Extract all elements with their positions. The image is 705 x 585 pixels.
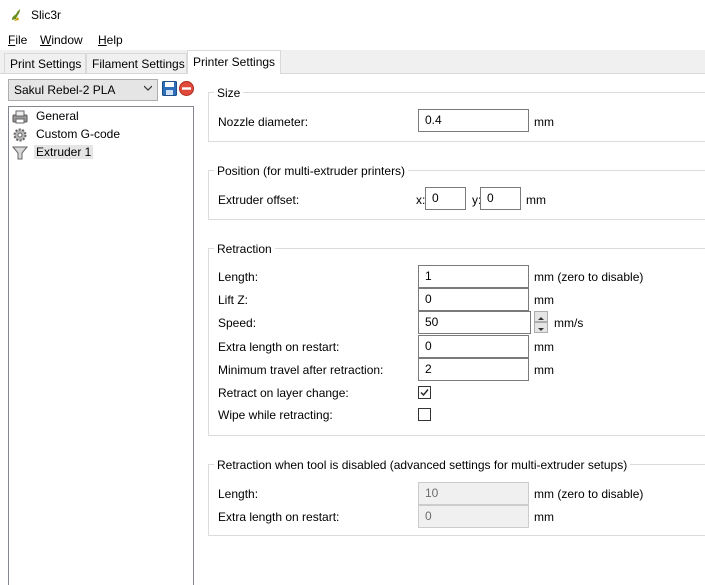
min-travel-label: Minimum travel after retraction: <box>218 363 384 377</box>
slic3r-logo-icon <box>12 9 20 21</box>
retract-length-label: Length: <box>218 270 259 284</box>
retract-speed-unit: mm/s <box>554 316 584 330</box>
retract-length-input[interactable]: 1 <box>418 265 529 288</box>
menu-file[interactable]: File <box>8 33 27 47</box>
save-icon[interactable] <box>162 81 177 96</box>
offset-x-label: x: <box>416 193 426 207</box>
wipe-retracting-label: Wipe while retracting: <box>218 408 333 422</box>
funnel-icon <box>12 146 28 160</box>
delete-icon[interactable] <box>179 81 194 96</box>
spin-down-button[interactable] <box>534 322 548 333</box>
tree-item-extruder-1[interactable]: Extruder 1 <box>12 144 182 162</box>
toolchange-length-input[interactable]: 10 <box>418 482 529 505</box>
tab-print-settings[interactable]: Print Settings <box>4 53 86 73</box>
title-bar <box>0 0 705 30</box>
nozzle-diameter-label: Nozzle diameter: <box>218 115 309 129</box>
window-title: Slic3r <box>31 8 62 22</box>
checkmark-icon <box>420 389 429 397</box>
lift-z-label: Lift Z: <box>218 293 249 307</box>
tree-item-general[interactable]: General <box>12 108 182 126</box>
retract-layer-change-label: Retract on layer change: <box>218 386 349 400</box>
retract-length-unit: mm (zero to disable) <box>534 270 644 284</box>
settings-tree <box>8 106 194 585</box>
extra-length-unit: mm <box>534 340 554 354</box>
toolchange-extra-label: Extra length on restart: <box>218 510 340 524</box>
toolchange-extra-unit: mm <box>534 510 554 524</box>
retract-speed-input[interactable]: 50 <box>418 311 531 334</box>
tree-item-custom-gcode[interactable]: Custom G-code <box>12 126 182 144</box>
tab-printer-settings[interactable]: Printer Settings <box>187 50 281 74</box>
printer-icon <box>12 110 28 124</box>
spin-up-button[interactable] <box>534 311 548 322</box>
offset-y-input[interactable]: 0 <box>480 187 521 210</box>
toolchange-length-label: Length: <box>218 487 259 501</box>
preset-dropdown[interactable]: Sakul Rebel-2 PLA <box>8 79 158 101</box>
toolchange-extra-input[interactable]: 0 <box>418 505 529 528</box>
toolchange-length-unit: mm (zero to disable) <box>534 487 644 501</box>
extruder-offset-label: Extruder offset: <box>218 193 300 207</box>
group-title-retraction: Retraction <box>214 242 275 256</box>
min-travel-input[interactable]: 2 <box>418 358 529 381</box>
lift-z-unit: mm <box>534 293 554 307</box>
group-title-retraction-disabled: Retraction when tool is disabled (advanc… <box>214 458 631 472</box>
speed-spinner[interactable] <box>534 311 548 334</box>
offset-unit: mm <box>526 193 546 207</box>
group-title-size: Size <box>214 86 244 100</box>
tree-item-label: Extruder 1 <box>34 145 94 159</box>
group-title-position: Position (for multi-extruder printers) <box>214 164 409 178</box>
caret-down-icon <box>538 328 544 331</box>
gear-icon <box>13 128 27 142</box>
tree-item-label: Custom G-code <box>36 127 121 141</box>
extra-length-label: Extra length on restart: <box>218 340 340 354</box>
menu-help[interactable]: Help <box>98 33 123 47</box>
tree-item-label: General <box>36 109 79 123</box>
retract-speed-label: Speed: <box>218 316 257 330</box>
menu-window[interactable]: Window <box>40 33 83 47</box>
preset-selected-value: Sakul Rebel-2 PLA <box>14 83 116 97</box>
min-travel-unit: mm <box>534 363 554 377</box>
nozzle-diameter-input[interactable]: 0.4 <box>418 109 529 132</box>
chevron-down-icon <box>144 85 152 91</box>
extra-length-input[interactable]: 0 <box>418 335 529 358</box>
retract-layer-change-checkbox[interactable] <box>418 386 431 399</box>
wipe-retracting-checkbox[interactable] <box>418 408 431 421</box>
lift-z-input[interactable]: 0 <box>418 288 529 311</box>
offset-x-input[interactable]: 0 <box>425 187 466 210</box>
tab-filament-settings[interactable]: Filament Settings <box>86 53 187 73</box>
nozzle-diameter-unit: mm <box>534 115 554 129</box>
